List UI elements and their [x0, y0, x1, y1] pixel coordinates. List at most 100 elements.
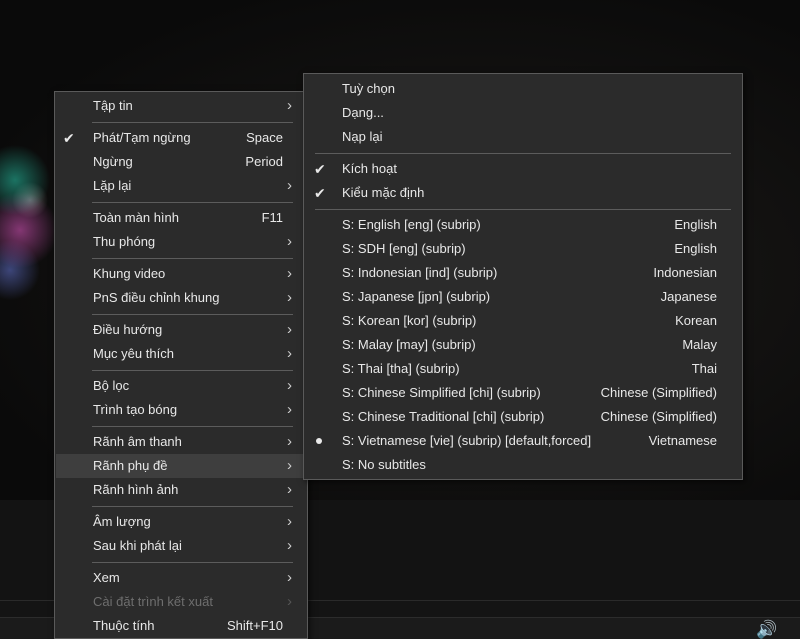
menu-separator [92, 314, 293, 315]
track-label: S: English [eng] (subrip) [342, 217, 481, 232]
menu-item-video-frame[interactable]: Khung video › [56, 262, 306, 286]
track-language: English [674, 241, 717, 256]
menu-item-label: Sau khi phát lại [93, 538, 182, 553]
menu-separator [92, 258, 293, 259]
menu-item-audio-track[interactable]: Rãnh âm thanh › [56, 430, 306, 454]
subtitle-track-item[interactable]: S: SDH [eng] (subrip) English [305, 237, 741, 261]
track-label: S: SDH [eng] (subrip) [342, 241, 466, 256]
submenu-arrow-icon: › [287, 481, 292, 498]
menu-item-view[interactable]: Xem › [56, 566, 306, 590]
submenu-arrow-icon: › [287, 457, 292, 474]
menu-item-label: Kiểu mặc định [342, 185, 425, 200]
subtitle-track-item[interactable]: S: Chinese Traditional [chi] (subrip) Ch… [305, 405, 741, 429]
subtitle-track-item-selected[interactable]: S: Vietnamese [vie] (subrip) [default,fo… [305, 429, 741, 453]
menu-item-favorites[interactable]: Mục yêu thích › [56, 342, 306, 366]
menu-item-label: Ngừng [93, 154, 133, 169]
menu-separator [92, 562, 293, 563]
track-label: S: No subtitles [342, 457, 426, 472]
subtitle-track-item[interactable]: S: Malay [may] (subrip) Malay [305, 333, 741, 357]
menu-item-label: Dạng... [342, 105, 384, 120]
menu-item-pns[interactable]: PnS điều chỉnh khung › [56, 286, 306, 310]
submenu-arrow-icon: › [287, 433, 292, 450]
subtitle-enable-item[interactable]: ✔ Kích hoạt [305, 157, 741, 181]
menu-item-label: Phát/Tạm ngừng [93, 130, 191, 145]
submenu-arrow-icon: › [287, 345, 292, 362]
subtitle-track-item[interactable]: S: Korean [kor] (subrip) Korean [305, 309, 741, 333]
track-language: Vietnamese [648, 433, 717, 448]
menu-item-play-pause[interactable]: ✔ Phát/Tạm ngừng Space [56, 126, 306, 150]
track-label: S: Chinese Traditional [chi] (subrip) [342, 409, 545, 424]
subtitle-options-item[interactable]: Tuỳ chọn [305, 77, 741, 101]
submenu-arrow-icon: › [287, 177, 292, 194]
menu-item-label: Thuộc tính [93, 618, 155, 633]
menu-item-fullscreen[interactable]: Toàn màn hình F11 [56, 206, 306, 230]
submenu-arrow-icon: › [287, 537, 292, 554]
track-language: Indonesian [653, 265, 717, 280]
submenu-arrow-icon: › [287, 233, 292, 250]
menu-item-label: PnS điều chỉnh khung [93, 290, 220, 305]
check-icon: ✔ [314, 185, 326, 201]
track-language: Chinese (Simplified) [600, 409, 717, 424]
submenu-arrow-icon: › [287, 569, 292, 586]
menu-item-file[interactable]: Tập tin › [56, 94, 306, 118]
track-label: S: Vietnamese [vie] (subrip) [default,fo… [342, 433, 592, 448]
subtitle-track-item[interactable]: S: Japanese [jpn] (subrip) Japanese [305, 285, 741, 309]
context-menu: Tập tin › ✔ Phát/Tạm ngừng Space Ngừng P… [54, 91, 308, 639]
menu-item-shaders[interactable]: Trình tạo bóng › [56, 398, 306, 422]
subtitle-track-item-none[interactable]: S: No subtitles [305, 453, 741, 477]
menu-separator [315, 209, 731, 210]
menu-item-properties[interactable]: Thuộc tính Shift+F10 [56, 614, 306, 638]
subtitle-track-item[interactable]: S: Chinese Simplified [chi] (subrip) Chi… [305, 381, 741, 405]
track-language: Chinese (Simplified) [600, 385, 717, 400]
menu-item-shortcut: F11 [261, 210, 283, 225]
menu-item-label: Thu phóng [93, 234, 156, 249]
subtitle-reload-item[interactable]: Nạp lại [305, 125, 741, 149]
menu-item-label: Kích hoạt [342, 161, 397, 176]
submenu-arrow-icon: › [287, 289, 292, 306]
subtitle-default-style-item[interactable]: ✔ Kiểu mặc định [305, 181, 741, 205]
menu-item-label: Rãnh phụ đề [93, 458, 168, 473]
volume-icon[interactable]: 🔊 [756, 620, 782, 639]
track-label: S: Japanese [jpn] (subrip) [342, 289, 491, 304]
submenu-arrow-icon: › [287, 97, 292, 114]
menu-separator [92, 202, 293, 203]
submenu-arrow-icon: › [287, 401, 292, 418]
subtitle-track-submenu: Tuỳ chọn Dạng... Nạp lại ✔ Kích hoạt ✔ K… [303, 73, 743, 480]
submenu-arrow-icon: › [287, 321, 292, 338]
menu-separator [315, 153, 731, 154]
check-icon: ✔ [314, 161, 326, 177]
menu-item-zoom[interactable]: Thu phóng › [56, 230, 306, 254]
menu-item-label: Trình tạo bóng [93, 402, 178, 417]
menu-separator [92, 122, 293, 123]
subtitle-track-item[interactable]: S: Thai [tha] (subrip) Thai [305, 357, 741, 381]
menu-separator [92, 370, 293, 371]
track-language: Malay [682, 337, 717, 352]
submenu-arrow-icon: › [287, 377, 292, 394]
track-language: English [674, 217, 717, 232]
menu-item-repeat[interactable]: Lặp lại › [56, 174, 306, 198]
menu-item-shortcut: Space [246, 130, 283, 145]
menu-item-label: Cài đặt trình kết xuất [93, 594, 213, 609]
menu-separator [92, 426, 293, 427]
track-label: S: Malay [may] (subrip) [342, 337, 476, 352]
menu-item-subtitle-track[interactable]: Rãnh phụ đề › [56, 454, 306, 478]
subtitle-track-item[interactable]: S: English [eng] (subrip) English [305, 213, 741, 237]
menu-item-after-playback[interactable]: Sau khi phát lại › [56, 534, 306, 558]
submenu-arrow-icon: › [287, 593, 292, 610]
radio-selected-icon [316, 438, 322, 444]
menu-item-volume[interactable]: Âm lượng › [56, 510, 306, 534]
menu-item-shortcut: Period [245, 154, 283, 169]
track-language: Thai [691, 361, 717, 376]
subtitle-style-item[interactable]: Dạng... [305, 101, 741, 125]
menu-item-stop[interactable]: Ngừng Period [56, 150, 306, 174]
subtitle-track-item[interactable]: S: Indonesian [ind] (subrip) Indonesian [305, 261, 741, 285]
menu-item-navigate[interactable]: Điều hướng › [56, 318, 306, 342]
menu-item-filters[interactable]: Bộ lọc › [56, 374, 306, 398]
menu-item-label: Tập tin [93, 98, 133, 113]
menu-item-video-track[interactable]: Rãnh hình ảnh › [56, 478, 306, 502]
menu-item-renderer-settings: Cài đặt trình kết xuất › [56, 590, 306, 614]
menu-item-shortcut: Shift+F10 [226, 618, 283, 633]
menu-item-label: Rãnh hình ảnh [93, 482, 179, 497]
submenu-arrow-icon: › [287, 513, 292, 530]
submenu-arrow-icon: › [287, 265, 292, 282]
